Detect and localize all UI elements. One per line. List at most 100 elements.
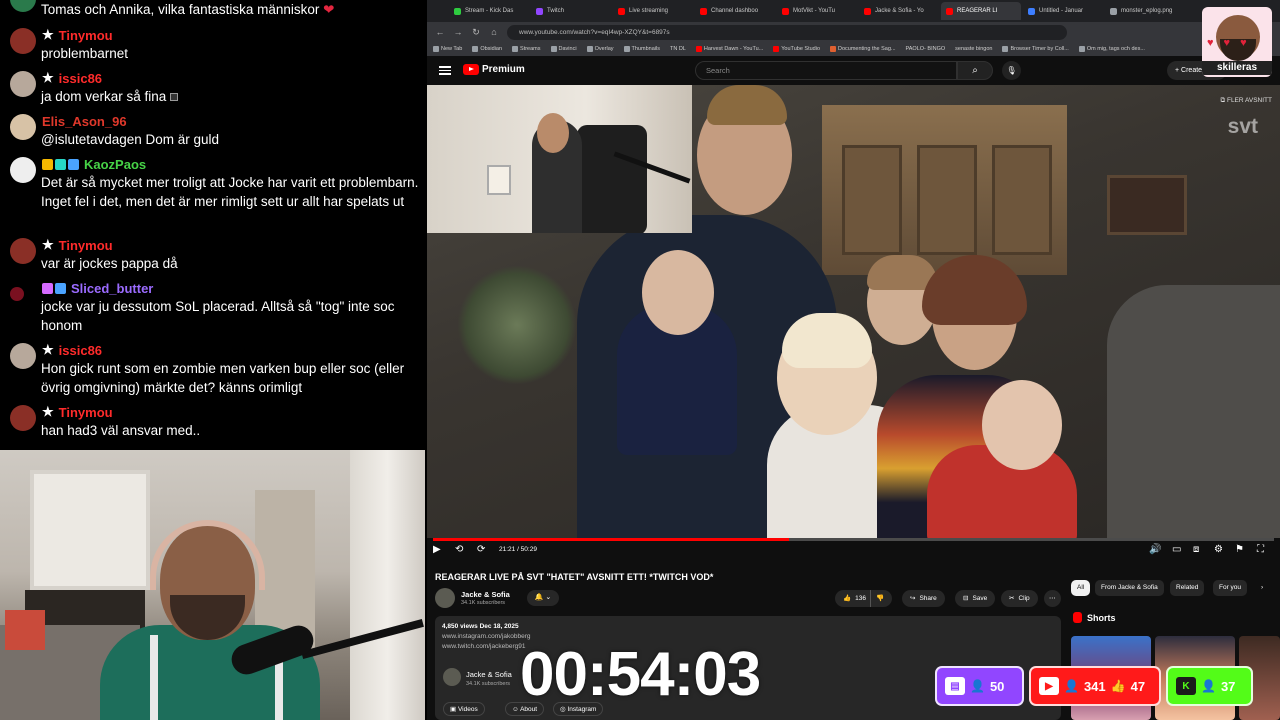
captions-icon[interactable]: ▭ (1172, 544, 1181, 555)
clip-button[interactable]: ✂ Clip (1001, 590, 1038, 607)
browser-tab[interactable]: Jacke & Sofia - Yo (859, 2, 939, 20)
infant-head (982, 380, 1062, 470)
favicon-icon (536, 7, 543, 15)
volume-icon[interactable]: 🔊 (1149, 544, 1161, 555)
share-button[interactable]: ↪ Share (902, 590, 945, 607)
chat-username[interactable]: issic86 (59, 71, 102, 86)
bookmark[interactable]: New Tab (433, 46, 462, 52)
chat-username[interactable]: KaozPaos (84, 157, 146, 172)
bookmark[interactable]: Documenting the Sag... (830, 46, 896, 52)
search-icon[interactable]: ⌕ (957, 61, 993, 80)
bookmark[interactable]: Davinci (550, 46, 577, 52)
share-icon: ↪ (910, 595, 916, 602)
favicon-icon (618, 7, 625, 15)
bookmark[interactable]: senaste bingon (955, 46, 992, 52)
settings-icon[interactable]: ⚙ (1214, 544, 1223, 555)
window (30, 470, 150, 590)
favicon-icon (1110, 7, 1117, 15)
browser-window: Stream - Kick Das Twitch Live streaming … (427, 0, 1280, 720)
gem-icon (55, 282, 66, 294)
channel-subscribers: 34.1K subscribers (461, 600, 506, 606)
channel-name[interactable]: Jacke & Sofia (466, 670, 512, 679)
channel-avatar[interactable] (435, 588, 455, 608)
baby-head (642, 250, 714, 335)
thumbs-down-icon[interactable]: 👎 (869, 590, 884, 607)
player-controls: ▶ ⟲ ⟳ 21:21 / 50:29 🔊 ▭ ⧈ ⚙ ⚑ ⛶ (427, 538, 1280, 562)
fullscreen-icon[interactable]: ⛶ (1257, 544, 1264, 555)
browser-tab-active[interactable]: REAGERAR LI (941, 2, 1021, 20)
bookmark-icon (830, 46, 837, 52)
gaming-chair (577, 125, 647, 233)
browser-tab[interactable]: Channel dashboo (695, 2, 775, 20)
chat-username[interactable]: Elis_Ason_96 (42, 114, 127, 129)
avatar (10, 71, 36, 97)
rewind-icon[interactable]: ⟲ (455, 544, 463, 555)
chat-username[interactable]: Tinymou (59, 405, 113, 420)
description-link[interactable]: www.twitch.com/jackeberg91 (442, 643, 525, 650)
chevron-right-icon[interactable]: › (1255, 580, 1269, 596)
browser-tab[interactable]: MotVikt - YouTu (777, 2, 857, 20)
twitch-icon: ▤ (945, 677, 965, 695)
youtube-icon: ▶ (1039, 677, 1059, 695)
url-field[interactable]: www.youtube.com/watch?v=eqI4wp-XZQY&t=68… (507, 24, 1067, 40)
description-link[interactable]: www.instagram.com/jakobberg (442, 633, 531, 640)
channel-avatar[interactable] (443, 668, 461, 686)
back-icon[interactable]: ← (435, 27, 445, 37)
bookmark[interactable]: YouTube Studio (773, 46, 820, 52)
bookmark[interactable]: Thumbnails (623, 46, 660, 52)
save-button[interactable]: ⊟ Save (955, 590, 996, 607)
flag-icon[interactable]: ⚑ (1235, 544, 1244, 555)
more-icon[interactable]: ⋯ (1044, 590, 1061, 607)
plant (457, 265, 577, 385)
chip-icon (55, 158, 66, 170)
channel-name[interactable]: Jacke & Sofia (461, 590, 510, 599)
menu-icon[interactable] (439, 64, 451, 76)
chat-username[interactable]: issic86 (59, 343, 102, 358)
youtube-logo[interactable]: Premium (463, 64, 525, 75)
avatar (10, 287, 24, 301)
browser-tab[interactable]: Twitch (531, 2, 611, 20)
chat-message: Tomas och Annika, vilka fantastiska männ… (10, 0, 415, 20)
chip-related[interactable]: Related (1170, 580, 1205, 596)
forward-icon[interactable]: → (453, 27, 463, 37)
folder-icon (586, 46, 593, 52)
bookmark[interactable]: Obsidian (472, 46, 502, 52)
folder-icon (550, 46, 557, 52)
father-hair (707, 85, 787, 125)
person-icon: 👤 (1064, 679, 1079, 693)
reload-icon[interactable]: ↻ (471, 27, 481, 38)
videos-button[interactable]: ▣ Videos (443, 702, 485, 716)
chip-from-channel[interactable]: From Jacke & Sofia (1095, 580, 1164, 596)
more-episodes-link[interactable]: ⧉ FLER AVSNITT (1221, 97, 1272, 105)
bookmark[interactable]: Harvest Dawn - YouTu... (695, 46, 763, 52)
cabinet (822, 105, 1067, 275)
miniplayer-icon[interactable]: ⧈ (1193, 544, 1199, 555)
chat-username[interactable]: Tinymou (59, 28, 113, 43)
chip-for-you[interactable]: For you (1213, 580, 1248, 596)
browser-tab[interactable]: Untitled - Januar (1023, 2, 1103, 20)
bookmark[interactable]: Om mig, tags och des... (1078, 46, 1145, 52)
progress-bar[interactable] (433, 538, 1274, 541)
bookmark[interactable]: Overlay (586, 46, 614, 52)
subscribe-bell-button[interactable]: 🔔 ⌄ (527, 590, 559, 606)
chat-username[interactable]: Sliced_butter (71, 281, 153, 296)
microphone-icon[interactable]: 🎙 (1002, 61, 1021, 80)
chat-username[interactable]: Tinymou (59, 238, 113, 253)
chip-all[interactable]: All (1071, 580, 1091, 596)
bookmark[interactable]: PAOLO- BINGO (906, 46, 946, 52)
bookmark[interactable]: Streams (512, 46, 541, 52)
picture-frame (1107, 175, 1187, 235)
browser-tab[interactable]: monster_eplog.png (1105, 2, 1185, 20)
browser-tab[interactable]: Live streaming (613, 2, 693, 20)
bookmark[interactable]: Browser Timer by Coll... (1002, 46, 1069, 52)
home-icon[interactable]: ⌂ (489, 27, 499, 37)
avatar (10, 405, 36, 431)
search-input[interactable]: Search (695, 61, 957, 80)
bookmark[interactable]: TN DL (670, 46, 686, 52)
person-icon: 👤 (970, 679, 985, 693)
browser-tab[interactable]: Stream - Kick Das (449, 2, 529, 20)
forward-10-icon[interactable]: ⟳ (477, 544, 485, 555)
play-icon[interactable]: ▶ (433, 544, 441, 555)
chat-message: ★ issic86 ja dom verkar så fina (10, 69, 415, 109)
like-button[interactable]: 👍 136 👎 (835, 590, 893, 607)
